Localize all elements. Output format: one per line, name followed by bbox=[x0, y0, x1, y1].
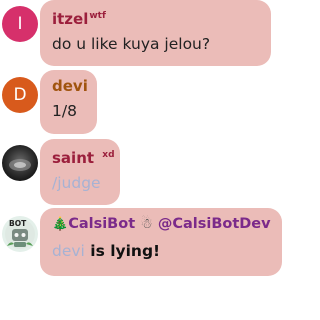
message-bubble: itzelwtf do u like kuya jelou? bbox=[40, 0, 271, 66]
dark-photo-avatar[interactable] bbox=[2, 145, 38, 181]
command-text[interactable]: /judge bbox=[52, 172, 110, 194]
message-text: 1/8 bbox=[52, 102, 77, 120]
username-text: itzel bbox=[52, 10, 89, 28]
message-text: devi is lying! bbox=[52, 240, 272, 262]
user-tag: xd bbox=[102, 150, 115, 160]
user-avatar[interactable]: D bbox=[2, 77, 38, 113]
username-text: saint bbox=[52, 149, 95, 167]
user-mention[interactable]: devi bbox=[52, 242, 85, 260]
bot-robot-avatar[interactable]: BOT bbox=[2, 216, 38, 252]
username-line: 🎄CalsiBot ☃ @CalsiBotDev bbox=[52, 214, 272, 235]
message-bubble: saint xd /judge bbox=[40, 139, 120, 205]
message-bubble: devi 1/8 bbox=[40, 70, 97, 134]
username[interactable]: CalsiBot bbox=[68, 216, 135, 232]
snowman-icon: ☃ bbox=[140, 216, 153, 232]
user-tag: wtf bbox=[89, 11, 106, 21]
username[interactable]: saint xd bbox=[52, 145, 115, 168]
message-text: do u like kuya jelou? bbox=[52, 35, 211, 53]
message-text-rest: is lying! bbox=[84, 242, 161, 260]
avatar-initial: D bbox=[13, 85, 27, 105]
username[interactable]: itzelwtf bbox=[52, 6, 261, 29]
avatar-image-icon bbox=[9, 159, 31, 171]
bot-mention[interactable]: @CalsiBotDev bbox=[158, 216, 271, 232]
user-avatar[interactable]: I bbox=[2, 6, 38, 42]
message-bubble: 🎄CalsiBot ☃ @CalsiBotDev devi is lying! bbox=[40, 208, 282, 276]
avatar-initial: I bbox=[17, 14, 23, 34]
bot-badge: BOT bbox=[9, 219, 27, 228]
christmas-tree-icon: 🎄 bbox=[52, 217, 69, 232]
username[interactable]: devi bbox=[52, 76, 88, 96]
